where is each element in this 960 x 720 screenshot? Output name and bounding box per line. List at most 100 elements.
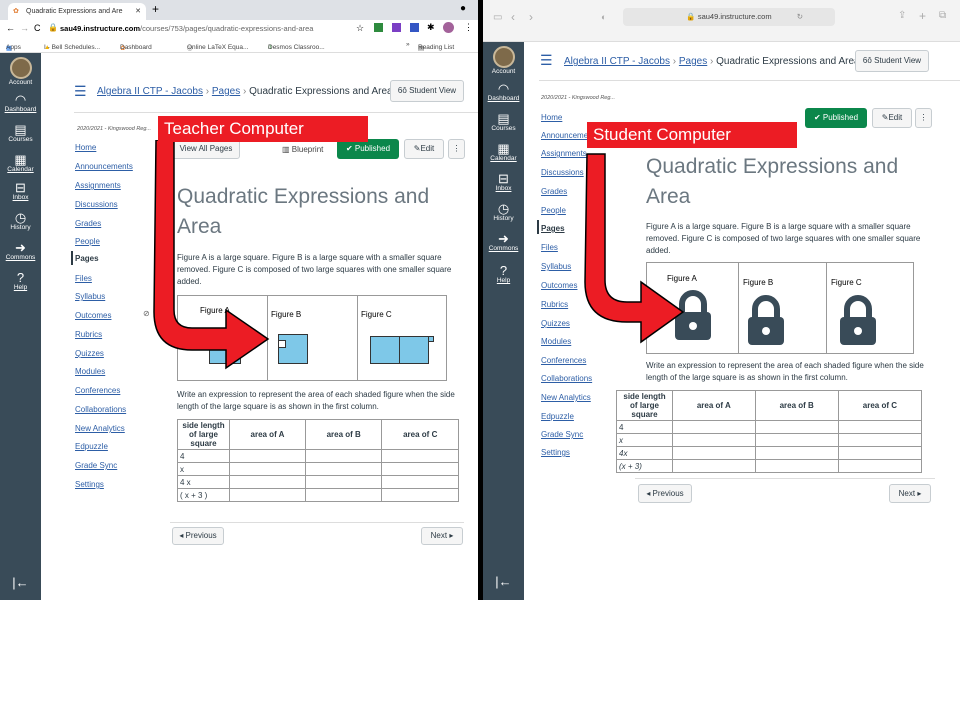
answer-cell[interactable] — [304, 475, 383, 489]
course-nav-quizzes[interactable]: Quizzes — [75, 349, 104, 358]
answer-cell[interactable] — [304, 462, 383, 476]
course-nav-announcements[interactable]: Announcements — [75, 162, 133, 171]
breadcrumb-course[interactable]: Algebra II CTP - Jacobs — [97, 86, 203, 97]
extension-icon[interactable] — [392, 23, 401, 32]
url-field[interactable]: sau49.instructure.com/courses/753/pages/… — [60, 24, 313, 33]
course-nav-people[interactable]: People — [75, 237, 100, 246]
course-nav-grade-sync[interactable]: Grade Sync — [75, 461, 117, 470]
answer-cell[interactable] — [672, 433, 756, 447]
answer-cell[interactable] — [672, 446, 756, 460]
close-tab-icon[interactable]: ✕ — [135, 3, 141, 20]
course-nav-people[interactable]: People — [541, 206, 566, 215]
course-nav-home[interactable]: Home — [541, 113, 562, 122]
course-nav-pages[interactable]: Pages — [75, 254, 99, 263]
answer-cell[interactable] — [837, 420, 923, 434]
edit-button[interactable]: ✎Edit — [872, 108, 912, 128]
course-nav-edpuzzle[interactable]: Edpuzzle — [541, 412, 574, 421]
course-nav-home[interactable]: Home — [75, 143, 96, 152]
back-icon[interactable]: ← — [6, 23, 15, 33]
tabs-icon[interactable]: ⧉ — [939, 10, 946, 21]
extension-icon[interactable] — [374, 23, 383, 32]
student-view-button[interactable]: 6ô Student View — [855, 50, 929, 72]
hamburger-icon[interactable]: ☰ — [74, 83, 87, 100]
nav-account[interactable]: Account — [0, 57, 41, 86]
next-button[interactable]: Next ▸ — [889, 484, 931, 503]
student-view-button[interactable]: 6ô Student View — [390, 80, 464, 102]
course-nav-grades[interactable]: Grades — [541, 187, 567, 196]
course-nav-announcements[interactable]: Announcements — [541, 131, 587, 140]
nav-commons[interactable]: ➜ Commons — [483, 232, 524, 252]
forward-icon[interactable]: → — [20, 23, 29, 33]
new-tab-icon[interactable]: + — [152, 2, 159, 16]
course-nav-new-analytics[interactable]: New Analytics — [541, 393, 591, 402]
answer-cell[interactable] — [381, 462, 459, 476]
nav-history[interactable]: ◷ History — [0, 211, 41, 231]
course-nav-syllabus[interactable]: Syllabus — [75, 292, 105, 301]
more-options-button[interactable]: ⋮ — [915, 108, 932, 128]
nav-dashboard[interactable]: ◠ Dashboard — [483, 82, 524, 102]
answer-cell[interactable] — [754, 433, 839, 447]
course-nav-modules[interactable]: Modules — [75, 367, 105, 376]
course-nav-discussions[interactable]: Discussions — [75, 200, 118, 209]
puzzle-icon[interactable]: ✱ — [427, 22, 435, 33]
new-tab-icon[interactable]: + — [919, 9, 926, 23]
course-nav-quizzes[interactable]: Quizzes — [541, 319, 570, 328]
answer-cell[interactable] — [837, 433, 923, 447]
nav-inbox[interactable]: ⊟ Inbox — [483, 172, 524, 192]
nav-courses[interactable]: ▤ Courses — [483, 112, 524, 132]
nav-help[interactable]: ? Help — [483, 264, 524, 284]
course-nav-outcomes[interactable]: Outcomes — [541, 281, 577, 290]
course-nav-rubrics[interactable]: Rubrics — [541, 300, 568, 309]
profile-icon[interactable]: ● — [460, 3, 466, 14]
course-nav-edpuzzle[interactable]: Edpuzzle — [75, 442, 108, 451]
share-icon[interactable]: ⇪ — [898, 10, 906, 21]
course-nav-syllabus[interactable]: Syllabus — [541, 262, 571, 271]
answer-cell[interactable] — [672, 420, 756, 434]
back-icon[interactable]: ‹ — [511, 10, 515, 24]
answer-cell[interactable] — [381, 449, 459, 463]
nav-calendar[interactable]: ▦ Calendar — [483, 142, 524, 162]
reload-icon[interactable]: ↻ — [797, 8, 803, 26]
nav-history[interactable]: ◷ History — [483, 202, 524, 222]
browser-tab[interactable]: ✿ Quadratic Expressions and Are ✕ — [8, 3, 146, 20]
more-bookmarks-icon[interactable]: » — [406, 41, 410, 48]
url-field[interactable]: 🔒 sau49.instructure.com ↻ — [623, 8, 835, 26]
star-icon[interactable]: ☆ — [356, 23, 364, 34]
course-nav-grade-sync[interactable]: Grade Sync — [541, 430, 583, 439]
nav-dashboard[interactable]: ◠ Dashboard — [0, 93, 41, 113]
previous-button[interactable]: ◂ Previous — [638, 484, 692, 503]
nav-commons[interactable]: ➜ Commons — [0, 241, 41, 261]
edit-button[interactable]: ✎Edit — [404, 139, 444, 159]
course-nav-collaborations[interactable]: Collaborations — [75, 405, 126, 414]
answer-cell[interactable] — [381, 488, 459, 502]
nav-courses[interactable]: ▤ Courses — [0, 123, 41, 143]
answer-cell[interactable] — [304, 449, 383, 463]
course-nav-rubrics[interactable]: Rubrics — [75, 330, 102, 339]
course-nav-assignments[interactable]: Assignments — [75, 181, 121, 190]
nav-inbox[interactable]: ⊟ Inbox — [0, 181, 41, 201]
breadcrumb-pages[interactable]: Pages — [679, 56, 707, 67]
answer-cell[interactable] — [837, 446, 923, 460]
reload-icon[interactable]: C — [34, 23, 41, 33]
previous-button[interactable]: ◂ Previous — [172, 527, 224, 545]
extension-icon[interactable] — [410, 23, 419, 32]
answer-cell[interactable] — [229, 462, 306, 476]
menu-icon[interactable]: ⋮ — [464, 22, 473, 33]
course-nav-grades[interactable]: Grades — [75, 219, 101, 228]
answer-cell[interactable] — [754, 420, 839, 434]
answer-cell[interactable] — [304, 488, 383, 502]
course-nav-settings[interactable]: Settings — [541, 448, 570, 457]
breadcrumb-course[interactable]: Algebra II CTP - Jacobs — [564, 56, 670, 67]
answer-cell[interactable] — [229, 488, 306, 502]
avatar[interactable] — [443, 22, 454, 33]
more-options-button[interactable]: ⋮ — [448, 139, 465, 159]
answer-cell[interactable] — [381, 475, 459, 489]
nav-account[interactable]: Account — [483, 46, 524, 75]
next-button[interactable]: Next ▸ — [421, 527, 463, 545]
course-nav-new-analytics[interactable]: New Analytics — [75, 424, 125, 433]
answer-cell[interactable] — [229, 475, 306, 489]
nav-calendar[interactable]: ▦ Calendar — [0, 153, 41, 173]
collapse-nav-icon[interactable]: |← — [0, 575, 41, 590]
answer-cell[interactable] — [229, 449, 306, 463]
answer-cell[interactable] — [754, 446, 839, 460]
